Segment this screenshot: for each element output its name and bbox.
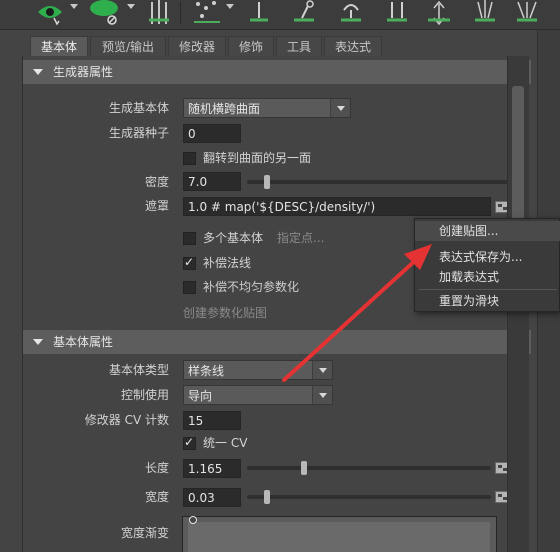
menu-item-load-expression[interactable]: 加载表达式: [415, 267, 560, 287]
chevron-down-icon[interactable]: [330, 99, 350, 117]
scale-arrow-icon[interactable]: [424, 0, 454, 28]
mask-expression-field[interactable]: 1.0 # map('${DESC}/density/'): [183, 197, 491, 216]
flip-label: 翻转到曲面的另一面: [203, 151, 312, 165]
lamp-tilt-icon[interactable]: [290, 0, 320, 28]
chevron-down-icon[interactable]: [312, 386, 332, 404]
eye-icon[interactable]: [34, 0, 66, 28]
ramp-handle[interactable]: [189, 516, 197, 524]
eye-dropdown-icon[interactable]: [70, 4, 78, 9]
lamp-icon[interactable]: [244, 0, 274, 28]
tab-modifiers[interactable]: 修改器: [168, 36, 226, 56]
uniform-cv-checkbox[interactable]: [183, 435, 196, 450]
scatter-dropdown-icon[interactable]: [226, 4, 234, 9]
tab-tools[interactable]: 工具: [276, 36, 322, 56]
seed-field[interactable]: 0: [183, 124, 241, 143]
sphere-off-icon[interactable]: [88, 0, 122, 28]
menu-separator: [419, 289, 557, 290]
context-menu: 创建贴图... 表达式保存为... 加载表达式 重置为滑块: [414, 218, 560, 312]
collapse-triangle-icon: [33, 69, 43, 75]
tab-primitive[interactable]: 基本体: [30, 36, 88, 56]
width-label: 宽度: [144, 490, 169, 504]
tab-groom[interactable]: 修饰: [228, 36, 274, 56]
control-value: 导向: [188, 389, 213, 403]
primitive-type-label: 基本体类型: [108, 363, 169, 377]
density-slider-track[interactable]: [247, 180, 529, 184]
uniform-cv-label: 统一 CV: [203, 436, 248, 450]
control-label: 控制使用: [120, 388, 169, 402]
width-slider-track[interactable]: [247, 495, 491, 499]
compensate-normals-checkbox[interactable]: [183, 255, 196, 270]
lamp-dome-icon[interactable]: [336, 0, 366, 28]
tab-preview-output[interactable]: 预览/输出: [90, 36, 166, 56]
chevron-down-icon[interactable]: [312, 361, 332, 379]
primitive-dropdown[interactable]: 随机横跨曲面: [183, 98, 351, 118]
generator-section-header[interactable]: 生成器属性: [23, 60, 531, 84]
menu-item-save-expression[interactable]: 表达式保存为...: [415, 247, 560, 267]
density-slider-thumb[interactable]: [263, 175, 270, 189]
primitive-value: 随机横跨曲面: [188, 102, 261, 116]
primitive-section-header[interactable]: 基本体属性: [23, 330, 531, 354]
primitive-type-dropdown[interactable]: 样条线: [183, 360, 333, 380]
compensate-uneven-checkbox[interactable]: [183, 281, 196, 294]
density-label: 密度: [144, 175, 169, 189]
multi-primitive-checkbox[interactable]: [183, 232, 196, 245]
assign-points-button[interactable]: 指定点...: [277, 230, 324, 246]
menu-item-create-map[interactable]: 创建贴图...: [415, 221, 560, 241]
cv-count-label: 修改器 CV 计数: [84, 413, 169, 427]
width-slider-thumb[interactable]: [264, 490, 271, 504]
sphere-dropdown-icon[interactable]: [127, 4, 135, 9]
compensate-uneven-label: 补偿不均匀参数化: [203, 280, 300, 294]
primitive-type-value: 样条线: [188, 364, 225, 378]
cv-count-field[interactable]: 15: [183, 411, 241, 430]
create-param-map-button[interactable]: 创建参数化贴图: [183, 305, 267, 321]
compensate-normals-label: 补偿法线: [203, 256, 252, 270]
shelf-toolbar: [0, 0, 560, 30]
shelf-separator: [180, 2, 181, 24]
pillar-icon[interactable]: [384, 0, 410, 28]
flip-checkbox[interactable]: [183, 152, 196, 165]
scatter-icon[interactable]: [192, 0, 222, 28]
primitive-label: 生成基本体: [108, 101, 169, 115]
fan-grass-icon[interactable]: [512, 0, 542, 28]
menu-item-reset-slider[interactable]: 重置为滑块: [415, 291, 560, 311]
width-ramp-curve-area[interactable]: [188, 522, 490, 552]
brush-grass-icon[interactable]: [470, 0, 500, 28]
multi-primitive-label: 多个基本体: [203, 231, 264, 245]
density-field[interactable]: 7.0: [183, 172, 241, 191]
generator-section-title: 生成器属性: [53, 65, 114, 79]
grass-spline-icon[interactable]: [146, 0, 172, 28]
length-slider-track[interactable]: [247, 466, 491, 470]
tab-expressions[interactable]: 表达式: [324, 36, 382, 56]
primitive-section-title: 基本体属性: [53, 335, 114, 349]
length-field[interactable]: 1.165: [183, 459, 241, 478]
mask-label: 遮罩: [144, 199, 169, 213]
width-field[interactable]: 0.03: [183, 488, 241, 507]
seed-label: 生成器种子: [108, 126, 169, 140]
collapse-triangle-icon: [33, 339, 43, 345]
control-dropdown[interactable]: 导向: [183, 385, 333, 405]
length-slider-thumb[interactable]: [300, 461, 307, 475]
width-ramp-label: 宽度渐变: [120, 526, 169, 540]
length-label: 长度: [144, 461, 169, 475]
